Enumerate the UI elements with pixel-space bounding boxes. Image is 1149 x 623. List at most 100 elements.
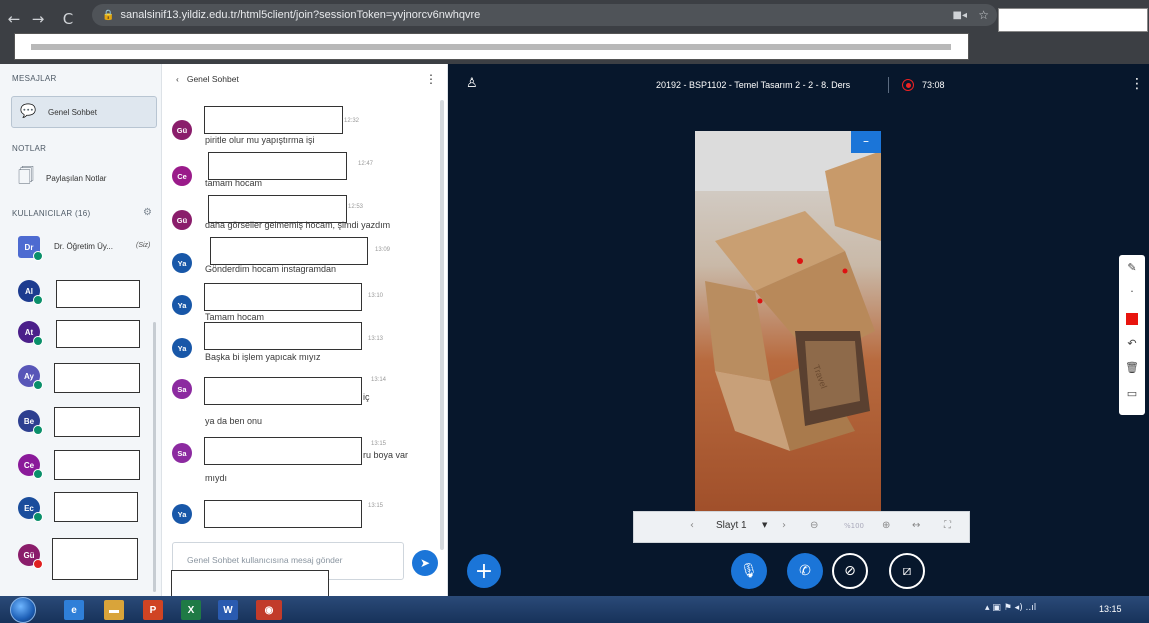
message-text: Gönderdim hocam instagramdan xyxy=(205,264,337,274)
user-item[interactable]: Ce xyxy=(18,450,158,484)
message-text: iç xyxy=(363,392,370,402)
message-text-line2: ya da ben onu xyxy=(205,416,263,426)
users-title: KULLANICILAR (16) xyxy=(12,209,91,218)
user-item[interactable]: At xyxy=(18,320,158,351)
redacted-name xyxy=(204,437,362,465)
video-off-icon: ⊘ xyxy=(844,563,856,579)
kebab-menu-icon[interactable]: ⋮ xyxy=(425,72,437,86)
redacted-name xyxy=(52,538,138,580)
avatar: Sa xyxy=(172,379,192,399)
star-icon[interactable]: ☆ xyxy=(978,8,989,22)
zoom-level: %100 xyxy=(844,522,865,530)
user-icon[interactable]: ♙ xyxy=(466,76,478,91)
message-time: 13:10 xyxy=(368,293,384,299)
redacted-name xyxy=(204,106,343,134)
webcam-button[interactable]: ⊘ xyxy=(832,553,868,589)
messages-title: MESAJLAR xyxy=(12,74,57,83)
minimize-button[interactable]: – xyxy=(851,131,881,153)
record-icon[interactable] xyxy=(902,79,914,91)
chat-panel: ‹ Genel Sohbet ⋮ Gü 12:32 piritle olur mu… xyxy=(162,64,448,600)
document-icon: 🗍 xyxy=(18,166,34,185)
scrollbar[interactable] xyxy=(440,100,444,550)
redacted-bar xyxy=(31,44,951,50)
camera-icon[interactable]: ■◂ xyxy=(953,10,967,21)
slide-select[interactable]: Slayt 1 xyxy=(716,520,747,531)
presentation-slide[interactable]: Travel – xyxy=(695,131,881,515)
chat-icon: 💬 xyxy=(20,104,37,119)
message-time: 12:53 xyxy=(348,204,364,210)
status-indicator xyxy=(33,336,43,346)
reload-icon[interactable]: C xyxy=(58,10,78,28)
powerpoint-icon[interactable]: P xyxy=(143,600,163,620)
public-chat-item[interactable]: 💬 Genel Sohbet xyxy=(11,96,157,128)
next-slide-icon[interactable]: › xyxy=(782,520,786,531)
message-time: 13:15 xyxy=(368,503,384,509)
user-item[interactable]: Ec xyxy=(18,492,158,527)
avatar: Ya xyxy=(172,338,192,358)
avatar: Ya xyxy=(172,295,192,315)
color-picker-icon[interactable] xyxy=(1124,311,1140,327)
whiteboard-icon[interactable]: ▭ xyxy=(1124,387,1140,403)
word-icon[interactable]: W xyxy=(218,600,238,620)
microphone-button[interactable]: 🎙 xyxy=(731,553,767,589)
forward-icon[interactable]: → xyxy=(28,10,48,28)
zoom-out-icon[interactable]: ⊖ xyxy=(810,520,818,531)
dropdown-arrow-icon[interactable]: ▼ xyxy=(762,521,767,529)
clock: 13:15 xyxy=(1099,604,1122,614)
user-item[interactable]: Ay xyxy=(18,363,158,395)
shared-notes-item[interactable]: 🗍 Paylaşılan Notlar xyxy=(18,165,106,192)
message-time: 13:09 xyxy=(375,247,391,253)
pencil-icon[interactable]: ✎ xyxy=(1124,261,1140,277)
dot-icon[interactable]: · xyxy=(1124,285,1140,301)
phone-icon: ✆ xyxy=(799,563,811,579)
send-icon: ➤ xyxy=(419,556,431,570)
file-explorer-icon[interactable]: ▬ xyxy=(104,600,124,620)
message-time: 13:14 xyxy=(371,377,387,383)
kebab-menu-icon[interactable]: ⋮ xyxy=(1130,76,1144,92)
message-text: tamam hocam xyxy=(205,178,263,188)
back-icon[interactable]: ← xyxy=(4,10,24,28)
microphone-icon: 🎙 xyxy=(740,563,758,579)
zoom-in-icon[interactable]: ⊕ xyxy=(882,520,890,531)
status-indicator xyxy=(33,512,43,522)
fit-width-icon[interactable]: ↔ xyxy=(912,520,920,531)
avatar: Ce xyxy=(172,166,192,186)
screen: ← → C 🔒 sanalsinif13.yildiz.edu.tr/html5… xyxy=(0,0,1149,623)
chat-header[interactable]: ‹ Genel Sohbet xyxy=(176,74,239,84)
user-item[interactable]: Be xyxy=(18,407,158,440)
redacted-name xyxy=(204,283,362,311)
status-indicator xyxy=(33,380,43,390)
url-text: sanalsinif13.yildiz.edu.tr/html5client/j… xyxy=(120,9,481,21)
user-item-presenter[interactable]: Dr Dr. Öğretim Üy... (Siz) xyxy=(18,236,158,266)
user-item[interactable]: Gü xyxy=(18,538,158,580)
status-indicator xyxy=(33,251,43,261)
lock-icon: 🔒 xyxy=(102,9,115,21)
chrome-icon[interactable]: ◉ xyxy=(256,600,282,620)
screenshare-button[interactable]: ⧄ xyxy=(889,553,925,589)
scrollbar[interactable] xyxy=(153,322,156,592)
user-name: Dr. Öğretim Üy... xyxy=(54,242,113,251)
audio-button[interactable]: ✆ xyxy=(787,553,823,589)
user-item[interactable]: Al xyxy=(18,280,158,310)
left-panel: MESAJLAR 💬 Genel Sohbet NOTLAR 🗍 Paylaşı… xyxy=(0,64,162,596)
internet-explorer-icon[interactable]: e xyxy=(64,600,84,620)
system-tray-icons[interactable]: ▴ ▣ ⚑ ◂) ..ıl xyxy=(985,603,1036,613)
message-text: ru boya var xyxy=(363,450,409,460)
undo-icon[interactable]: ↶ xyxy=(1124,337,1140,353)
excel-icon[interactable]: X xyxy=(181,600,201,620)
fullscreen-icon[interactable]: ⛶ xyxy=(944,520,951,531)
redacted-name xyxy=(54,407,140,437)
start-button[interactable] xyxy=(10,597,36,623)
trash-icon[interactable]: 🗑 xyxy=(1124,361,1140,377)
address-bar[interactable]: 🔒 sanalsinif13.yildiz.edu.tr/html5client… xyxy=(92,4,997,26)
previous-slide-icon[interactable]: ‹ xyxy=(690,520,694,531)
status-indicator xyxy=(33,559,43,569)
message-text: piritle olur mu yapıştırma işi xyxy=(205,135,315,145)
send-button[interactable]: ➤ xyxy=(412,550,438,576)
chevron-left-icon[interactable]: ‹ xyxy=(176,74,179,84)
redacted-name xyxy=(208,152,347,180)
message-text: daha görseller gelmemiş hocam, şimdi yaz… xyxy=(205,220,391,230)
redacted-name xyxy=(56,320,140,348)
gear-icon[interactable]: ⚙ xyxy=(143,207,152,218)
actions-button[interactable]: + xyxy=(467,554,501,588)
